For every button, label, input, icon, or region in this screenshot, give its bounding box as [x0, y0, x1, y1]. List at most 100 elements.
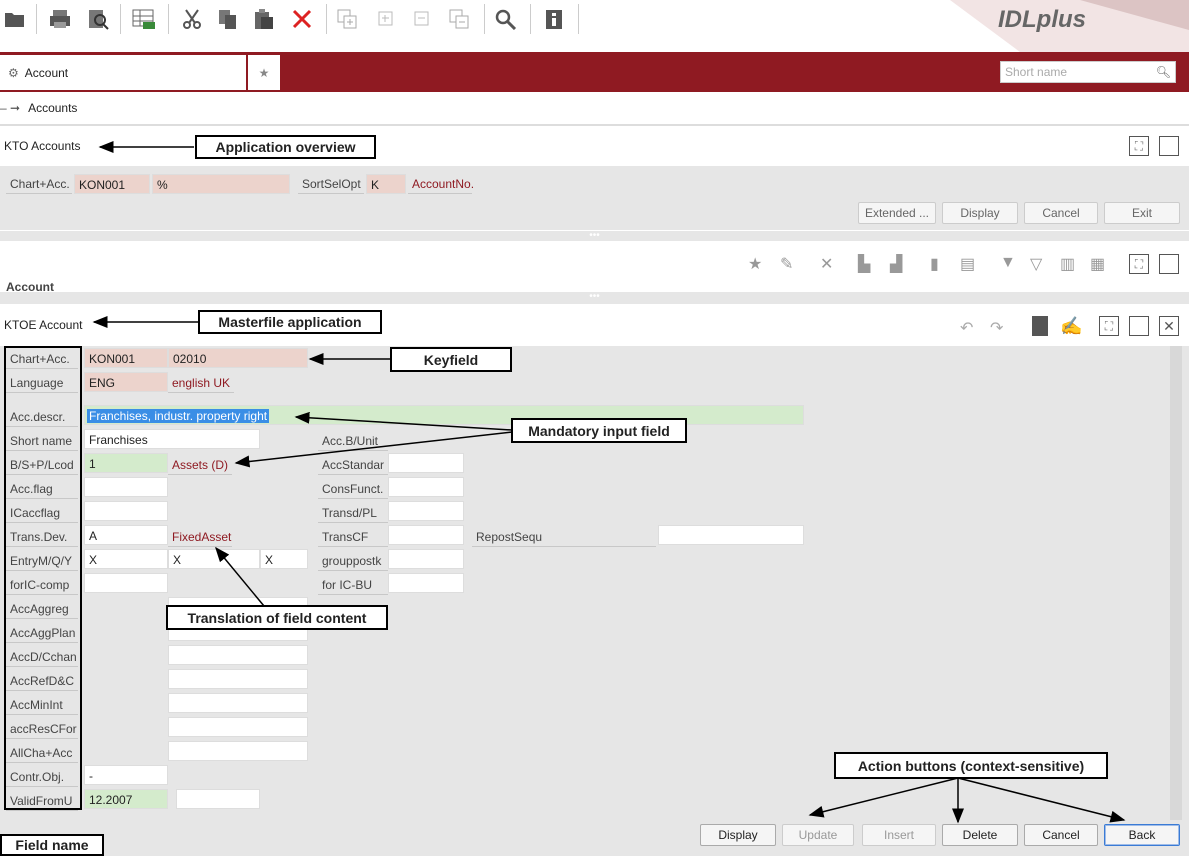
edit-record-icon[interactable]: ▟ [890, 254, 902, 274]
copy-icon[interactable] [214, 4, 242, 34]
collapse-all-icon[interactable] [446, 4, 474, 34]
chart-icon[interactable]: ▥ [1060, 254, 1075, 274]
accmin-field[interactable] [168, 693, 308, 713]
cancel-button[interactable]: Cancel [1024, 824, 1098, 846]
sortselopt-field[interactable]: K [366, 174, 406, 194]
field-name-highlight [4, 346, 82, 810]
side-panel-icon[interactable] [1159, 254, 1179, 274]
callout-translation: Translation of field content [166, 605, 388, 630]
star-icon[interactable]: ★ [748, 254, 762, 274]
info-icon[interactable] [540, 4, 568, 34]
accflag-field[interactable] [84, 477, 168, 497]
maximize-icon[interactable]: ⛶ [1129, 254, 1149, 274]
side-panel-icon[interactable] [1129, 316, 1149, 336]
redo-icon[interactable]: ↷ [990, 318, 1003, 338]
entry-y-field[interactable]: X [260, 549, 308, 569]
breadcrumb-item-accounts[interactable]: Accounts [28, 101, 77, 115]
edit-icon[interactable]: ✎ [780, 254, 793, 274]
open-folder-icon[interactable] [2, 4, 30, 34]
shortname-field[interactable]: Franchises [84, 429, 260, 449]
delete-icon[interactable] [288, 4, 316, 34]
chart-field[interactable]: KON001 [74, 174, 150, 194]
overview-cancel-button[interactable]: Cancel [1024, 202, 1098, 224]
bsp-field[interactable]: 1 [84, 453, 168, 473]
search-icon[interactable] [492, 4, 520, 34]
insert-button[interactable]: Insert [862, 824, 936, 846]
transcf-field[interactable] [388, 525, 464, 545]
callout-field-name: Field name [0, 834, 104, 856]
favorite-star-button[interactable]: ★ [248, 55, 280, 90]
language-field[interactable]: ENG [84, 372, 168, 392]
account-field[interactable]: % [152, 174, 290, 194]
transdpl-label: Transd/PL [318, 503, 388, 523]
note-icon[interactable]: ▤ [960, 254, 975, 274]
extended-button[interactable]: Extended ... [858, 202, 936, 224]
copy-record-icon[interactable]: ▙ [858, 254, 870, 274]
export-excel-icon[interactable] [130, 4, 158, 34]
overview-exit-button[interactable]: Exit [1104, 202, 1180, 224]
bsp-translation: Assets (D) [168, 455, 232, 475]
callout-masterfile-application: Masterfile application [198, 310, 382, 334]
search-input[interactable]: Short name 🔍︎ [1000, 61, 1176, 83]
transdev-field[interactable]: A [84, 525, 168, 545]
grouppostk-field[interactable] [388, 549, 464, 569]
gear-icon: ⚙ [8, 65, 19, 80]
delete-icon[interactable]: ✕ [820, 254, 833, 274]
tab-account[interactable]: ⚙ Account [0, 55, 246, 90]
info-icon[interactable] [1032, 316, 1048, 336]
side-panel-icon[interactable] [1159, 136, 1179, 156]
display-button[interactable]: Display [700, 824, 776, 846]
grid-icon[interactable]: ▦ [1090, 254, 1105, 274]
search-placeholder: Short name [1005, 65, 1068, 79]
valid-to-field[interactable] [176, 789, 260, 809]
splitter[interactable]: ••• [0, 292, 1189, 304]
expand-icon[interactable] [372, 4, 400, 34]
splitter[interactable]: ••• [0, 231, 1189, 241]
expand-all-icon[interactable] [334, 4, 362, 34]
consfunct-field[interactable] [388, 477, 464, 497]
accbunit-label: Acc.B/Unit [318, 431, 388, 451]
print-preview-icon[interactable] [84, 4, 112, 34]
overview-panel: Chart+Acc. KON001 % SortSelOpt K Account… [0, 166, 1189, 230]
delete-button[interactable]: Delete [942, 824, 1018, 846]
maximize-icon[interactable]: ⛶ [1129, 136, 1149, 156]
transdpl-field[interactable] [388, 501, 464, 521]
undo-icon[interactable]: ↶ [960, 318, 973, 338]
logo-area: IDLplus [930, 0, 1189, 52]
valid-field[interactable]: 12.2007 [84, 789, 168, 809]
entry-q-field[interactable]: X [168, 549, 260, 569]
foric-field[interactable] [84, 573, 168, 593]
foricbu-field[interactable] [388, 573, 464, 593]
chart-field[interactable]: KON001 [84, 348, 168, 368]
edit-note-icon[interactable]: ✍ [1060, 316, 1082, 337]
accref-field[interactable] [168, 669, 308, 689]
search-icon: 🔍︎ [1155, 65, 1171, 79]
master-title: KTOE Account [4, 318, 83, 332]
cut-icon[interactable] [178, 4, 206, 34]
account-field[interactable]: 02010 [168, 348, 308, 368]
callout-application-overview: Application overview [195, 135, 376, 159]
info-icon[interactable]: ▮ [930, 254, 939, 274]
icaccflag-field[interactable] [84, 501, 168, 521]
collapse-icon[interactable] [408, 4, 436, 34]
filter-icon[interactable]: ▼ [1000, 254, 1016, 272]
scrollbar[interactable] [1170, 346, 1182, 820]
consfunct-label: ConsFunct. [318, 479, 388, 499]
close-icon[interactable]: ✕ [1159, 316, 1179, 336]
allcha-field[interactable] [168, 741, 308, 761]
repost-field[interactable] [658, 525, 804, 545]
update-button[interactable]: Update [782, 824, 854, 846]
entry-m-field[interactable]: X [84, 549, 168, 569]
contr-field[interactable]: - [84, 765, 168, 785]
star-icon: ★ [258, 65, 270, 80]
overview-display-button[interactable]: Display [942, 202, 1018, 224]
maximize-icon[interactable]: ⛶ [1099, 316, 1119, 336]
accdc-field[interactable] [168, 645, 308, 665]
accstandar-field[interactable] [388, 453, 464, 473]
accdescr-field[interactable]: Franchises, industr. property right [84, 405, 804, 425]
paste-icon[interactable] [250, 4, 278, 34]
back-button[interactable]: Back [1104, 824, 1180, 846]
accres-field[interactable] [168, 717, 308, 737]
print-icon[interactable] [46, 4, 74, 34]
clear-filter-icon[interactable]: ▽ [1030, 254, 1042, 274]
